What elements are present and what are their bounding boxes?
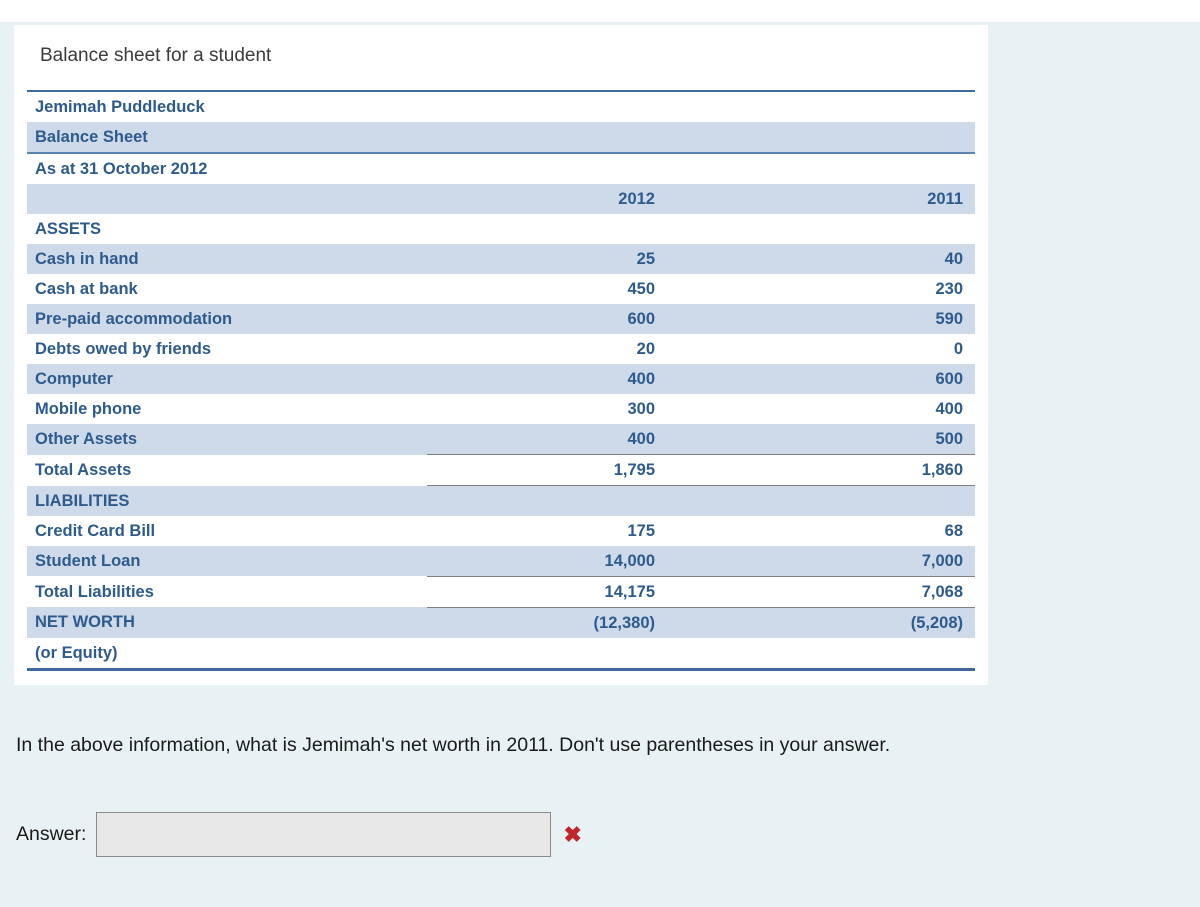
row-value-2011: 7,000: [683, 545, 975, 576]
table-row: ASSETS: [27, 214, 975, 244]
question-text: In the above information, what is Jemima…: [16, 734, 891, 756]
table-row: Student Loan 14,000 7,000: [27, 545, 975, 576]
table-row: Debts owed by friends 20 0: [27, 334, 975, 364]
entity-name-spacer-2012: [427, 90, 683, 122]
row-value-2011: 600: [683, 364, 975, 394]
row-value-2011: 590: [683, 304, 975, 334]
row-value-2011: 400: [683, 394, 975, 424]
table-row: (or Equity): [27, 637, 975, 671]
doc-type-spacer-2012: [427, 122, 683, 154]
row-value-2012: 450: [427, 274, 683, 304]
table-row: Pre-paid accommodation 600 590: [27, 304, 975, 334]
row-label: Pre-paid accommodation: [27, 304, 427, 334]
row-label: LIABILITIES: [27, 485, 427, 516]
row-value-2011: (5,208): [683, 606, 975, 638]
row-label: Total Assets: [27, 454, 427, 486]
row-label: Credit Card Bill: [27, 515, 427, 546]
doc-type-spacer-2011: [683, 122, 975, 154]
entity-name: Jemimah Puddleduck: [27, 90, 427, 122]
row-value-2012: [427, 485, 683, 516]
row-value-2012: (12,380): [427, 606, 683, 638]
entity-name-row: Jemimah Puddleduck: [27, 90, 975, 122]
table-row: NET WORTH (12,380) (5,208): [27, 606, 975, 638]
table-row: Cash in hand 25 40: [27, 244, 975, 274]
table-row: Credit Card Bill 175 68: [27, 515, 975, 546]
row-value-2012: 20: [427, 334, 683, 364]
row-value-2011: 0: [683, 334, 975, 364]
balance-sheet-table: Jemimah Puddleduck Balance Sheet As at 3…: [27, 90, 975, 671]
row-value-2011: 68: [683, 515, 975, 546]
table-row: Computer 400 600: [27, 364, 975, 394]
doc-type-row: Balance Sheet: [27, 122, 975, 154]
row-value-2012: [427, 214, 683, 244]
row-label: Other Assets: [27, 424, 427, 455]
page-title: Balance sheet for a student: [40, 45, 272, 66]
row-label: Total Liabilities: [27, 576, 427, 607]
answer-input[interactable]: [96, 812, 552, 857]
row-label: Computer: [27, 364, 427, 394]
row-value-2011: 1,860: [683, 454, 975, 486]
row-value-2012: 14,175: [427, 575, 683, 608]
table-row: Total Assets 1,795 1,860: [27, 454, 975, 486]
row-value-2011: [683, 214, 975, 244]
row-value-2012: 600: [427, 304, 683, 334]
row-value-2012: 14,000: [427, 545, 683, 576]
entity-name-spacer-2011: [683, 90, 975, 122]
row-label: Cash in hand: [27, 244, 427, 274]
balance-sheet-body: Jemimah Puddleduck Balance Sheet As at 3…: [27, 90, 975, 214]
row-value-2012: 25: [427, 244, 683, 274]
table-row: Mobile phone 300 400: [27, 394, 975, 424]
balance-sheet-rows: ASSETS Cash in hand 25 40 Cash at bank 450 230…: [27, 214, 975, 671]
cross-mark-icon: ✖: [563, 821, 582, 847]
column-header-label: [27, 184, 427, 214]
row-value-2012: 400: [427, 364, 683, 394]
column-header-2011: 2011: [683, 184, 975, 214]
as-at-row: As at 31 October 2012: [27, 153, 975, 184]
row-label: (or Equity): [27, 637, 427, 671]
row-value-2011: [683, 485, 975, 516]
as-at-date: As at 31 October 2012: [27, 153, 427, 184]
row-value-2011: 500: [683, 424, 975, 455]
row-label: Debts owed by friends: [27, 334, 427, 364]
row-value-2011: 7,068: [683, 575, 975, 608]
table-row: Total Liabilities 14,175 7,068: [27, 575, 975, 608]
row-value-2012: [427, 637, 683, 671]
balance-sheet-card: Balance sheet for a student Jemimah Pudd…: [14, 25, 988, 685]
row-value-2012: 400: [427, 424, 683, 455]
as-at-spacer-2011: [683, 153, 975, 184]
row-label: Mobile phone: [27, 394, 427, 424]
row-value-2011: 40: [683, 244, 975, 274]
row-label: Cash at bank: [27, 274, 427, 304]
column-header-2012: 2012: [427, 184, 683, 214]
answer-row: Answer: ✖: [16, 812, 582, 857]
answer-label: Answer:: [16, 823, 87, 845]
page-background: Balance sheet for a student Jemimah Pudd…: [0, 22, 1200, 907]
row-label: ASSETS: [27, 214, 427, 244]
table-row: LIABILITIES: [27, 485, 975, 516]
table-row: Cash at bank 450 230: [27, 274, 975, 304]
row-value-2012: 175: [427, 515, 683, 546]
row-value-2012: 1,795: [427, 454, 683, 486]
row-label: Student Loan: [27, 545, 427, 576]
as-at-spacer-2012: [427, 153, 683, 184]
doc-type: Balance Sheet: [27, 122, 427, 154]
row-label: NET WORTH: [27, 607, 427, 638]
row-value-2011: 230: [683, 274, 975, 304]
column-header-row: 2012 2011: [27, 184, 975, 214]
row-value-2012: 300: [427, 394, 683, 424]
table-row: Other Assets 400 500: [27, 424, 975, 455]
row-value-2011: [683, 637, 975, 671]
